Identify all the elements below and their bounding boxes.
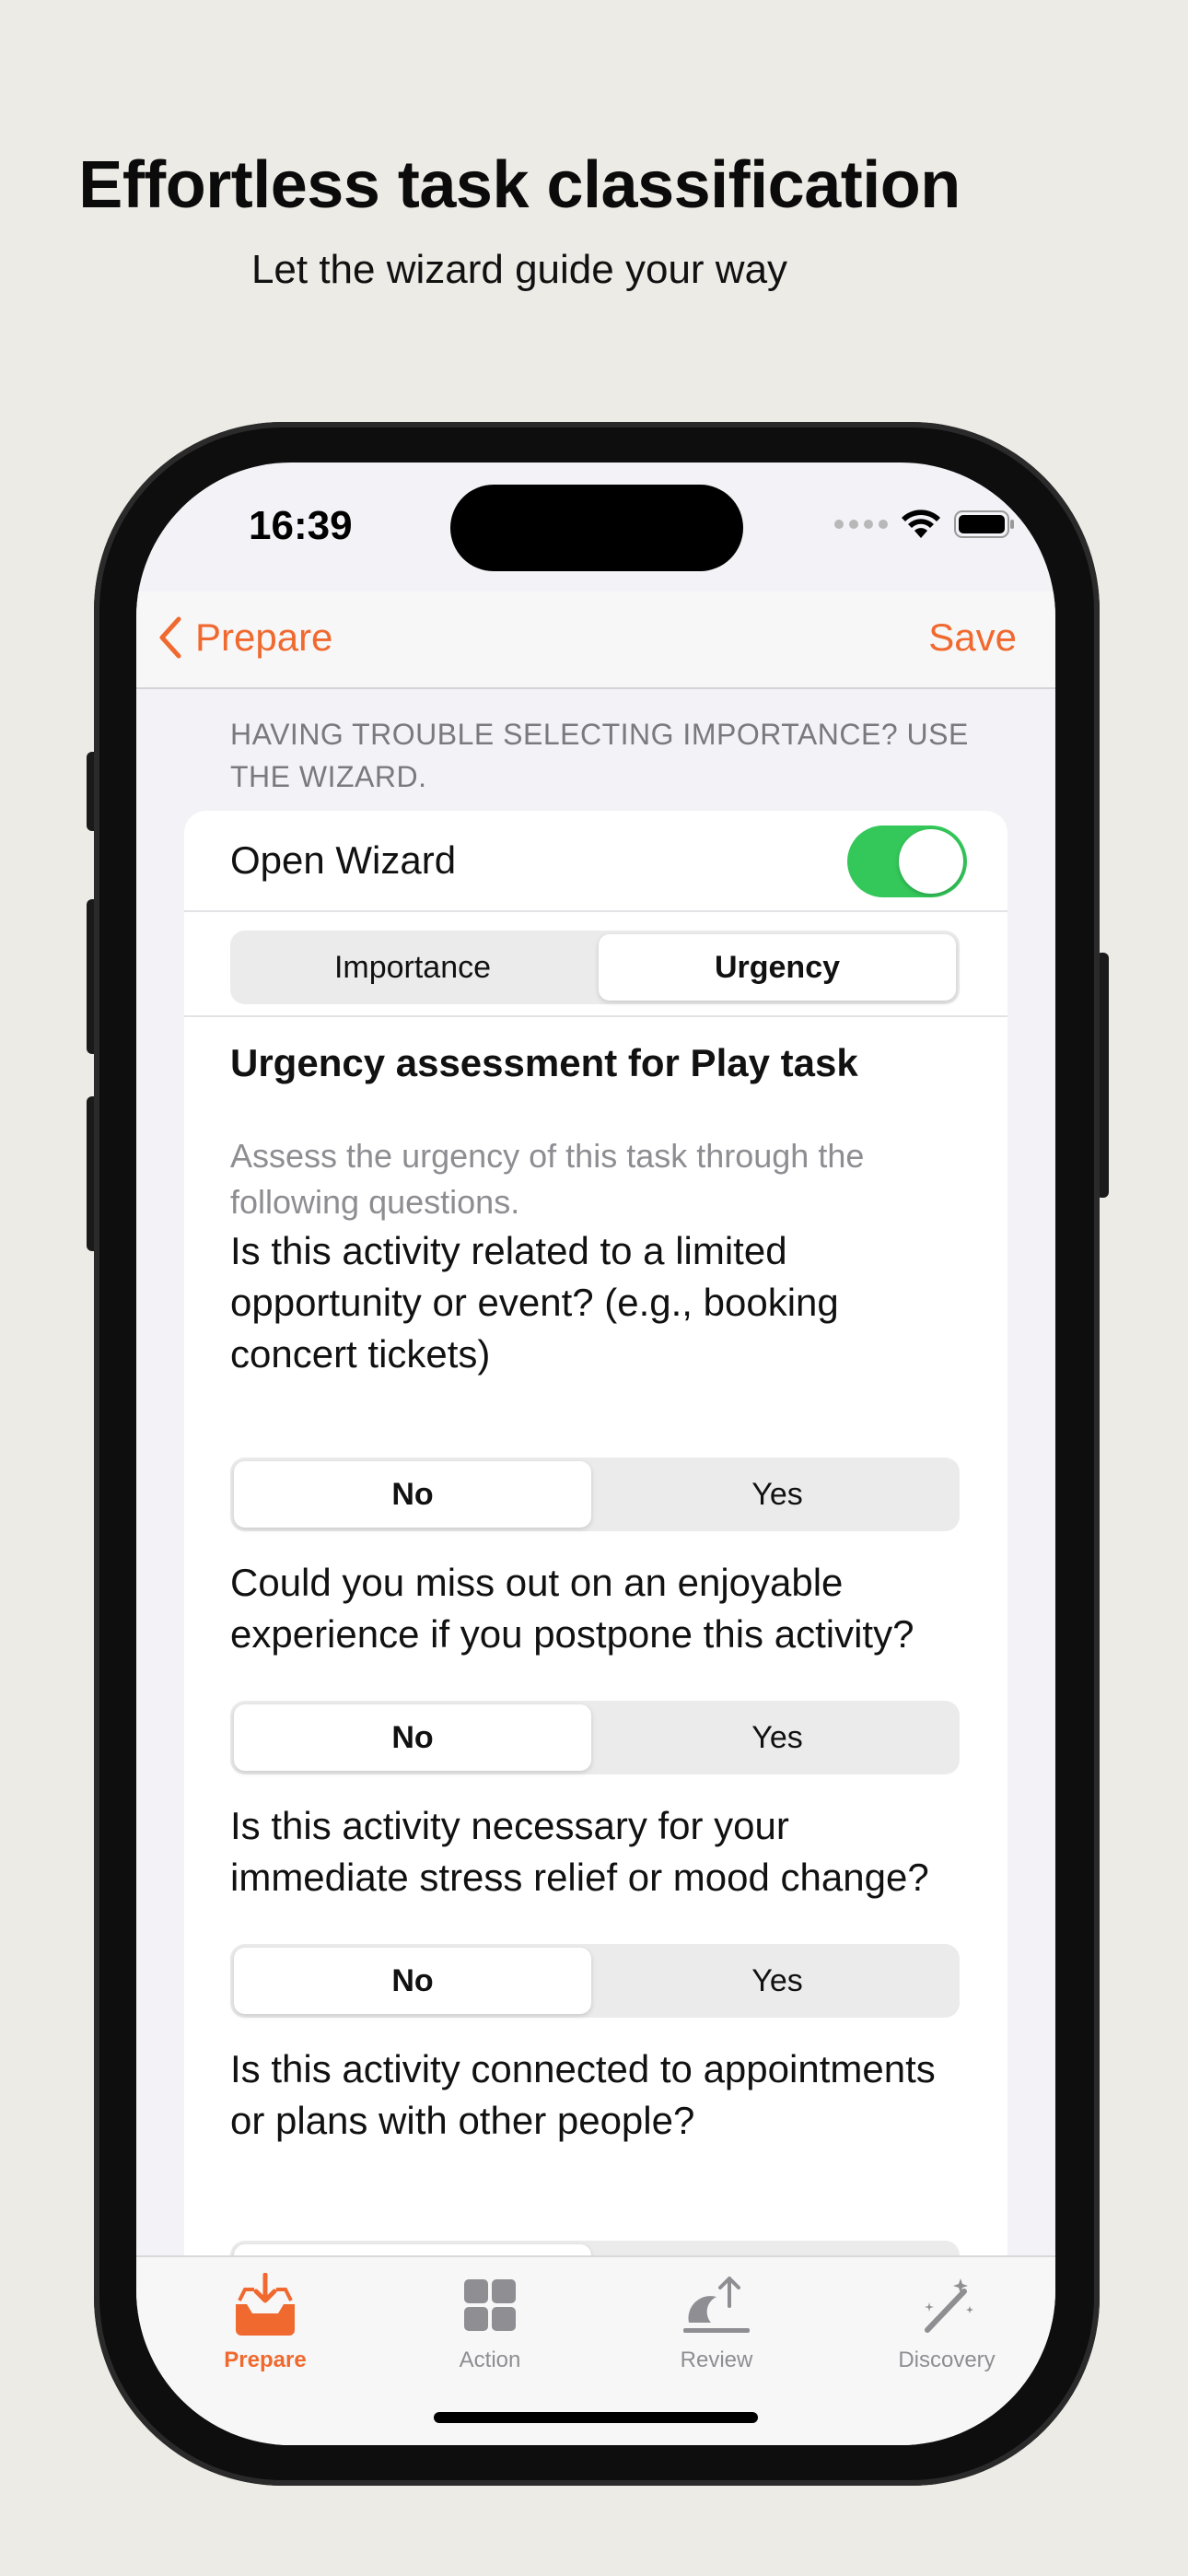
tab-discovery-label: Discovery: [898, 2348, 996, 2372]
assessment-description: Assess the urgency of this task through …: [230, 1137, 865, 1221]
question-3: Is this activity necessary for your imme…: [230, 1804, 929, 1899]
question-2: Could you miss out on an enjoyable exper…: [230, 1561, 914, 1656]
tab-review-label: Review: [680, 2348, 753, 2372]
tab-importance[interactable]: Importance: [234, 934, 591, 1001]
question-4: Is this activity connected to appointmen…: [230, 2047, 936, 2142]
assessment-title: Urgency assessment for Play task: [230, 1041, 858, 1084]
tab-action-label: Action: [459, 2348, 521, 2372]
open-wizard-toggle[interactable]: [847, 825, 967, 897]
grid-icon: [464, 2279, 516, 2331]
phone-screen: 16:39 Prepare Save HAVING TROUBLE SELECT…: [136, 463, 1055, 2445]
wizard-card: Open Wizard Importance Urgency Urgency a…: [184, 811, 1007, 2377]
promo-title: Effortless task classification: [78, 148, 961, 222]
save-button[interactable]: Save: [928, 615, 1017, 660]
question-3-answer-control: No Yes: [230, 1944, 960, 2018]
question-1-answer-control: No Yes: [230, 1458, 960, 1531]
sunrise-upload-icon: [683, 2277, 750, 2333]
home-indicator: [434, 2412, 758, 2423]
tab-urgency[interactable]: Urgency: [599, 934, 956, 1001]
question-1-yes-option[interactable]: Yes: [599, 1461, 956, 1528]
chevron-left-icon: [159, 616, 181, 659]
status-icons: [834, 509, 1015, 540]
magic-wand-icon: [925, 2278, 973, 2333]
question-3-no-option[interactable]: No: [234, 1948, 591, 2014]
back-button-label: Prepare: [195, 615, 333, 659]
navigation-bar: Prepare Save: [136, 591, 1055, 689]
wizard-mode-segmented-control: Importance Urgency: [230, 931, 960, 1004]
cellular-signal-icon: [834, 520, 888, 529]
question-2-yes-option[interactable]: Yes: [599, 1704, 956, 1771]
battery-icon: [954, 509, 1015, 539]
question-2-no-option[interactable]: No: [234, 1704, 591, 1771]
tab-discovery[interactable]: Discovery: [873, 2270, 1020, 2373]
question-1-no-option[interactable]: No: [234, 1461, 591, 1528]
tab-action[interactable]: Action: [416, 2270, 564, 2373]
open-wizard-row: Open Wizard: [184, 811, 1007, 912]
dynamic-island: [450, 485, 743, 571]
status-time: 16:39: [249, 503, 353, 548]
question-3-yes-option[interactable]: Yes: [599, 1948, 956, 2014]
open-wizard-label: Open Wizard: [230, 838, 457, 882]
question-1: Is this activity related to a limited op…: [230, 1229, 839, 1376]
wifi-icon: [901, 509, 941, 540]
tab-prepare-label: Prepare: [224, 2348, 307, 2372]
inbox-download-icon: [236, 2273, 295, 2336]
promo-subtitle: Let the wizard guide your way: [250, 247, 788, 292]
divider: [184, 1015, 1007, 1017]
back-button[interactable]: Prepare: [157, 615, 332, 660]
question-2-answer-control: No Yes: [230, 1701, 960, 1774]
tab-prepare[interactable]: Prepare: [192, 2270, 339, 2373]
tab-review[interactable]: Review: [643, 2270, 790, 2373]
section-header: HAVING TROUBLE SELECTING IMPORTANCE? USE…: [230, 718, 969, 793]
